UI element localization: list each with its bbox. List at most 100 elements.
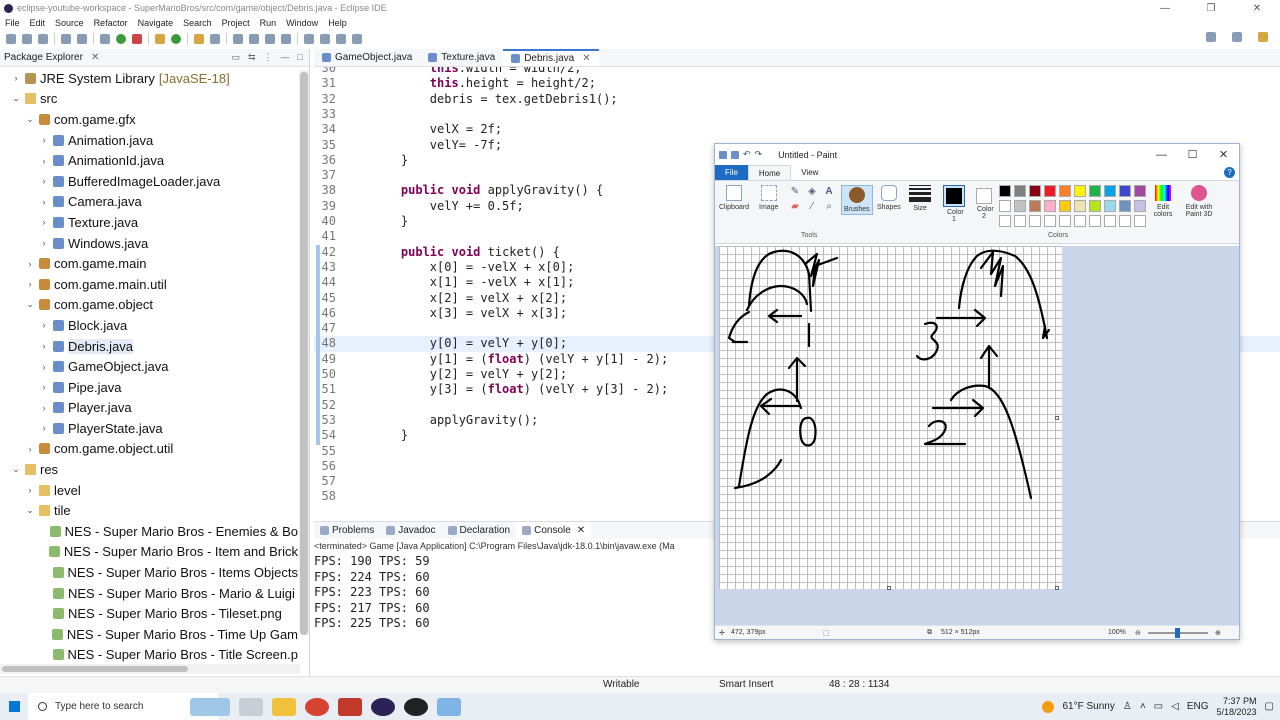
redo-icon[interactable]: ↷	[755, 149, 763, 160]
tree-item[interactable]: NES - Super Mario Bros - Items Objects	[0, 562, 298, 583]
paint-tab-home[interactable]: Home	[747, 165, 792, 180]
tree-item[interactable]: NES - Super Mario Bros - Mario & Luigi	[0, 583, 298, 604]
menu-item-source[interactable]: Source	[55, 16, 84, 30]
brushes-button[interactable]: Brushes	[841, 185, 873, 215]
shapes-button[interactable]: Shapes	[877, 185, 901, 211]
new-icon[interactable]	[6, 34, 16, 44]
palette-swatch[interactable]	[1119, 200, 1131, 212]
palette-swatch[interactable]	[1014, 215, 1026, 227]
tree-item[interactable]: › AnimationId.java	[0, 150, 298, 171]
view-menu-icon[interactable]: ⋮	[264, 52, 273, 63]
code-line[interactable]: 30 this.width = width/2;	[314, 67, 1280, 76]
size-button[interactable]: Size	[909, 185, 931, 212]
close-button[interactable]: ✕	[1234, 0, 1280, 16]
new-package-icon[interactable]	[155, 34, 165, 44]
palette-swatch[interactable]	[1074, 215, 1086, 227]
chevron-down-icon[interactable]: ⌄	[24, 505, 36, 516]
clock[interactable]: 7:37 PM 5/18/2023	[1217, 696, 1257, 718]
drawing-canvas[interactable]	[719, 246, 1062, 589]
obs-icon[interactable]	[404, 697, 428, 716]
palette-swatch[interactable]	[1014, 185, 1026, 197]
maximize-view-icon[interactable]: □	[298, 52, 303, 63]
search-tool-icon[interactable]	[210, 34, 220, 44]
tree-item[interactable]: ⌄ com.game.object	[0, 295, 298, 316]
paint-maximize-button[interactable]: ☐	[1177, 144, 1208, 165]
code-line[interactable]: 34 velX = 2f;	[314, 122, 1280, 137]
menu-item-project[interactable]: Project	[222, 16, 250, 30]
run-icon[interactable]	[116, 34, 126, 44]
palette-swatch[interactable]	[1059, 200, 1071, 212]
paint-close-button[interactable]: ✕	[1208, 144, 1239, 165]
chevron-down-icon[interactable]: ⌄	[24, 114, 36, 125]
show-whitespace-icon[interactable]	[281, 34, 291, 44]
tree-item[interactable]: › Texture.java	[0, 212, 298, 233]
pencil-icon[interactable]: ✎	[789, 185, 801, 197]
tree-item[interactable]: › com.game.main	[0, 253, 298, 274]
undo-icon[interactable]: ↶	[743, 149, 751, 160]
block-selection-icon[interactable]	[265, 34, 275, 44]
code-line[interactable]: 33	[314, 107, 1280, 122]
palette-swatch[interactable]	[1059, 185, 1071, 197]
palette-swatch[interactable]	[999, 200, 1011, 212]
fill-icon[interactable]: ◈	[806, 185, 818, 197]
canvas-resize-handle-bottom[interactable]	[887, 586, 891, 590]
palette-swatch[interactable]	[1104, 200, 1116, 212]
menu-item-window[interactable]: Window	[286, 16, 318, 30]
package-explorer-title[interactable]: Package Explorer	[4, 52, 83, 63]
tree-item[interactable]: NES - Super Mario Bros - Enemies & Bo	[0, 521, 298, 542]
save-all-icon[interactable]	[38, 34, 48, 44]
close-icon[interactable]: ✕	[91, 52, 99, 63]
chrome-icon[interactable]	[305, 697, 329, 716]
palette-swatch[interactable]	[1014, 200, 1026, 212]
palette-swatch[interactable]	[1029, 200, 1041, 212]
paint-tab-view[interactable]: View	[791, 165, 828, 180]
palette-swatch[interactable]	[1104, 215, 1116, 227]
link-icon[interactable]	[77, 34, 87, 44]
paint-tab-file[interactable]: File	[715, 165, 748, 180]
save-icon[interactable]	[731, 150, 739, 159]
tree-item[interactable]: NES - Super Mario Bros - Tileset.png	[0, 603, 298, 624]
menu-item-run[interactable]: Run	[260, 16, 277, 30]
tree-item[interactable]: › Animation.java	[0, 130, 298, 151]
next-annotation-icon[interactable]	[304, 34, 314, 44]
chevron-up-icon[interactable]: ˄	[1140, 701, 1146, 712]
chevron-right-icon[interactable]: ›	[38, 197, 50, 207]
edit-paint3d-button[interactable]: Edit with Paint 3D	[1181, 185, 1217, 218]
palette-swatch[interactable]	[1089, 200, 1101, 212]
chevron-down-icon[interactable]: ⌄	[10, 464, 22, 475]
java-perspective-icon[interactable]	[1258, 32, 1268, 42]
eraser-icon[interactable]: ▰	[789, 200, 801, 212]
console-tab-problems[interactable]: Problems	[314, 522, 380, 539]
tree-item[interactable]: › com.game.object.util	[0, 439, 298, 460]
horizontal-scrollbar[interactable]	[0, 664, 300, 674]
tree-item[interactable]: › BufferedImageLoader.java	[0, 171, 298, 192]
minimize-button[interactable]: —	[1142, 0, 1188, 16]
menu-item-refactor[interactable]: Refactor	[94, 16, 128, 30]
search-highlight-icon[interactable]	[190, 697, 230, 716]
tree-item[interactable]: › JRE System Library [JavaSE-18]	[0, 68, 298, 89]
palette-swatch[interactable]	[1119, 185, 1131, 197]
tree-item[interactable]: ⌄ tile	[0, 500, 298, 521]
weather-text[interactable]: 61°F Sunny	[1062, 701, 1114, 712]
chevron-down-icon[interactable]: ⌄	[24, 299, 36, 310]
link-editor-icon[interactable]: ⇆	[248, 52, 256, 63]
chevron-right-icon[interactable]: ›	[38, 217, 50, 227]
toggle-mark-icon[interactable]	[249, 34, 259, 44]
text-icon[interactable]: A	[823, 185, 835, 197]
tree-item[interactable]: › Player.java	[0, 398, 298, 419]
image-button[interactable]: Image	[759, 185, 778, 211]
palette-swatch[interactable]	[1074, 185, 1086, 197]
coverage-icon[interactable]	[132, 34, 142, 44]
menu-item-help[interactable]: Help	[328, 16, 347, 30]
palette-swatch[interactable]	[1134, 215, 1146, 227]
forward-icon[interactable]	[352, 34, 362, 44]
chevron-right-icon[interactable]: ›	[38, 320, 50, 330]
chevron-down-icon[interactable]: ⌄	[10, 93, 22, 104]
tree-item[interactable]: › level	[0, 480, 298, 501]
palette-swatch[interactable]	[1044, 215, 1056, 227]
tree-item[interactable]: NES - Super Mario Bros - Item and Brick	[0, 542, 298, 563]
palette-swatch[interactable]	[1134, 200, 1146, 212]
console-tab-console[interactable]: Console ✕	[516, 522, 592, 539]
chevron-right-icon[interactable]: ›	[38, 156, 50, 166]
close-icon[interactable]: ✕	[582, 53, 590, 64]
